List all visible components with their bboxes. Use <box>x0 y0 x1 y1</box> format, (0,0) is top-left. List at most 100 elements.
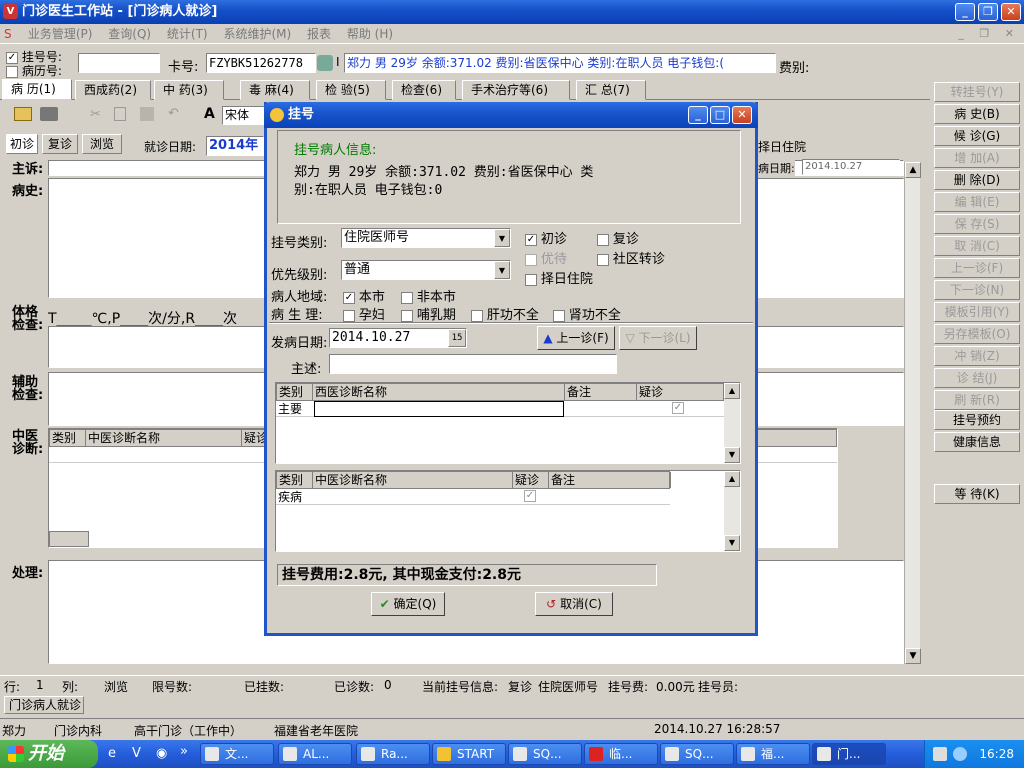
browse-tab[interactable]: 浏览 <box>82 134 122 154</box>
record-no-checkbox[interactable] <box>6 65 18 78</box>
calendar-icon[interactable]: 15 <box>448 329 466 347</box>
font-name-select[interactable]: 宋体 <box>222 106 266 125</box>
btn-delete[interactable]: 删 除(D) <box>934 170 1020 190</box>
menu-help[interactable]: 帮助 (H) <box>341 24 399 44</box>
btn-reg-appointment[interactable]: 挂号预约 <box>934 410 1020 430</box>
task-item-5[interactable]: 临... <box>584 743 658 765</box>
copy-icon[interactable] <box>114 107 126 121</box>
btn-wait[interactable]: 等 待(K) <box>934 484 1020 504</box>
btn-add[interactable]: 增 加(A) <box>934 148 1020 168</box>
return-visit-tab[interactable]: 复诊 <box>42 134 78 154</box>
card-reader-icon[interactable] <box>317 55 333 71</box>
pregnant-checkbox[interactable] <box>343 309 355 322</box>
west-name-cell[interactable] <box>314 401 564 417</box>
tab-summary[interactable]: 汇 总(7) <box>576 80 646 100</box>
network-icon[interactable] <box>953 747 967 761</box>
tcm-suspect-checkbox[interactable]: ✓ <box>524 490 536 502</box>
quicklaunch-more-icon[interactable]: » <box>180 744 188 759</box>
scroll-up-icon[interactable]: ▲ <box>724 471 740 487</box>
task-item-6[interactable]: SQ... <box>660 743 734 765</box>
task-item-4[interactable]: SQ... <box>508 743 582 765</box>
onset-field[interactable]: 2014.10.27 <box>802 159 900 175</box>
tab-chinese[interactable]: 中 药(3) <box>154 80 224 100</box>
priority-wait-checkbox[interactable] <box>525 253 537 266</box>
close-button[interactable]: ✕ <box>1001 3 1021 21</box>
restore-button[interactable]: ❐ <box>978 3 998 21</box>
community-checkbox[interactable] <box>597 253 609 266</box>
btn-cancel[interactable]: 取 消(C) <box>934 236 1020 256</box>
scroll-down-icon[interactable]: ▼ <box>724 535 740 551</box>
btn-edit[interactable]: 编 辑(E) <box>934 192 1020 212</box>
reg-type-select[interactable]: 住院医师号 ▼ <box>341 228 511 248</box>
scroll-down-icon[interactable]: ▼ <box>724 447 740 463</box>
first-visit-tab[interactable]: 初诊 <box>6 134 38 154</box>
btn-save-template[interactable]: 另存模板(O) <box>934 324 1020 344</box>
menu-business[interactable]: 业务管理(P) <box>22 24 99 44</box>
choose-day-checkbox[interactable] <box>525 273 537 286</box>
task-item-0[interactable]: 文... <box>200 743 274 765</box>
nonlocal-checkbox[interactable] <box>401 291 413 304</box>
minimize-button[interactable]: _ <box>955 3 975 21</box>
dialog-ok-button[interactable]: ✔ 确定(Q) <box>371 592 445 616</box>
reg-no-input[interactable] <box>78 53 160 73</box>
print-icon[interactable] <box>40 107 58 121</box>
btn-save[interactable]: 保 存(S) <box>934 214 1020 234</box>
start-button[interactable]: 开始 <box>0 740 98 768</box>
mdi-controls[interactable]: _ ❐ ✕ <box>958 27 1020 40</box>
west-suspect-checkbox[interactable]: ✓ <box>672 402 684 414</box>
tcm-scroll-left-icon[interactable] <box>49 531 89 547</box>
btn-refresh[interactable]: 刷 新(R) <box>934 390 1020 410</box>
record-scrollbar[interactable]: ▲ ▼ <box>904 162 921 664</box>
btn-conclude[interactable]: 诊 结(J) <box>934 368 1020 388</box>
dialog-close-button[interactable]: ✕ <box>732 106 752 124</box>
tab-narcotic[interactable]: 毒 麻(4) <box>240 80 310 100</box>
revisit-checkbox[interactable] <box>597 233 609 246</box>
menu-query[interactable]: 查询(Q) <box>102 24 157 44</box>
tab-lab[interactable]: 检 验(5) <box>316 80 386 100</box>
tab-western[interactable]: 西成药(2) <box>75 80 151 100</box>
first-visit-checkbox[interactable]: ✓ <box>525 233 537 246</box>
local-checkbox[interactable]: ✓ <box>343 291 355 304</box>
menu-system[interactable]: 系统维护(M) <box>217 24 297 44</box>
lactation-checkbox[interactable] <box>401 309 413 322</box>
west-grid-scrollbar[interactable]: ▲ ▼ <box>724 383 740 463</box>
tcm-dialog-grid-scrollbar[interactable]: ▲ ▼ <box>724 471 740 551</box>
cut-icon[interactable]: ✂ <box>90 107 101 122</box>
btn-waiting-list[interactable]: 候 诊(G) <box>934 126 1020 146</box>
quicklaunch-app-icon[interactable]: V <box>132 746 141 761</box>
dialog-prev-visit-button[interactable]: ▲ 上一诊(F) <box>537 326 615 350</box>
scroll-up-icon[interactable]: ▲ <box>724 383 740 399</box>
tcm-diagnosis-grid[interactable]: 类别 中医诊断名称 疑诊 备注 疾病 ✓ ▲ ▼ <box>275 470 741 552</box>
open-icon[interactable] <box>14 107 32 121</box>
tcm-dialog-grid-row[interactable]: 疾病 ✓ <box>276 489 670 505</box>
tab-record[interactable]: 病 历(1) <box>2 79 72 100</box>
level-select[interactable]: 普通 ▼ <box>341 260 511 280</box>
kidney-checkbox[interactable] <box>553 309 565 322</box>
tab-exam[interactable]: 检查(6) <box>392 80 456 100</box>
task-item-8[interactable]: 门... <box>812 743 886 765</box>
btn-health-info[interactable]: 健康信息 <box>934 432 1020 452</box>
chief-dialog-input[interactable] <box>329 354 617 374</box>
dialog-cancel-button[interactable]: ↺ 取消(C) <box>535 592 613 616</box>
document-tab[interactable]: 门诊病人就诊 <box>4 696 84 714</box>
btn-reverse[interactable]: 冲 销(Z) <box>934 346 1020 366</box>
btn-prev-visit[interactable]: 上一诊(F) <box>934 258 1020 278</box>
west-diagnosis-grid[interactable]: 类别 西医诊断名称 备注 疑诊 主要 ✓ ▲ ▼ <box>275 382 741 464</box>
scroll-up-icon[interactable]: ▲ <box>905 162 921 178</box>
dialog-next-visit-button[interactable]: ▽ 下一诊(L) <box>619 326 697 350</box>
btn-template-use[interactable]: 模板引用(Y) <box>934 302 1020 322</box>
btn-history[interactable]: 病 史(B) <box>934 104 1020 124</box>
card-number-input[interactable]: FZYBK51262778 <box>206 53 316 73</box>
chevron-down-icon[interactable]: ▼ <box>494 229 510 247</box>
tab-surgery[interactable]: 手术治疗等(6) <box>462 80 570 100</box>
chevron-down-icon[interactable]: ▼ <box>494 261 510 279</box>
west-grid-row[interactable]: 主要 ✓ <box>276 401 724 417</box>
task-item-1[interactable]: AL... <box>278 743 352 765</box>
liver-checkbox[interactable] <box>471 309 483 322</box>
paste-icon[interactable] <box>140 107 154 121</box>
keyboard-icon[interactable] <box>933 747 947 761</box>
menu-report[interactable]: 报表 <box>301 24 337 44</box>
btn-next-visit[interactable]: 下一诊(N) <box>934 280 1020 300</box>
task-item-7[interactable]: 福... <box>736 743 810 765</box>
task-item-2[interactable]: Ra... <box>356 743 430 765</box>
